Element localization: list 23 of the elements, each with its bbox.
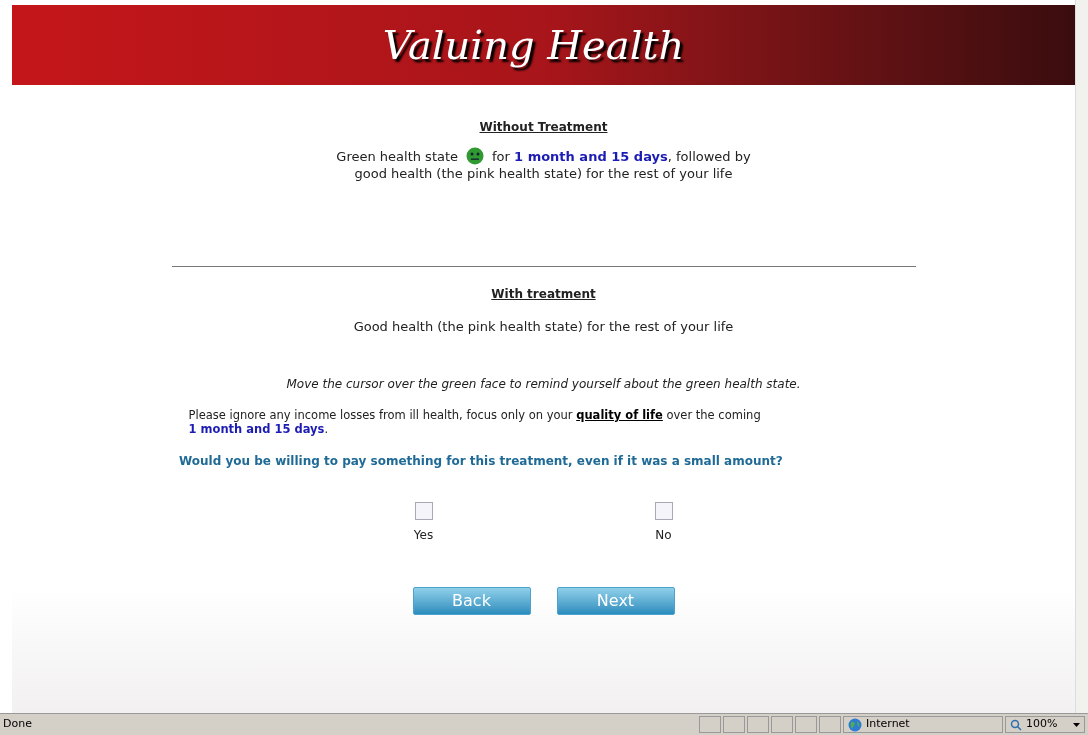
body-text: good health (the pink health state) for the rest of your life [354, 165, 733, 182]
zone-text: Internet [866, 716, 910, 733]
option-label: No [655, 527, 672, 544]
back-button[interactable]: Back [412, 587, 531, 615]
body-text: Green health state [336, 147, 459, 165]
option-label: Yes [413, 527, 434, 544]
hint-text: Move the cursor over the green face to remind yourself about the green health state. [286, 376, 801, 393]
instruction-text: Please ignore any income losses from ill health, focus only on your quality of life over the coming [188, 408, 762, 422]
question-text: Would you be willing to pay something for this treatment, even if it was a small amount? [179, 453, 783, 470]
zoom-icon[interactable] [1010, 718, 1022, 731]
checkbox[interactable] [654, 502, 673, 520]
banner-title: Valuing Health [382, 21, 686, 70]
smiley-face-icon[interactable] [466, 147, 485, 165]
body-text: Good health (the pink health state) for the rest of your life [352, 318, 735, 335]
next-button[interactable]: Next [556, 587, 675, 615]
globe-icon [848, 717, 862, 732]
section-heading: Without Treatment [479, 119, 608, 136]
body-text: for 1 month and 15 days, followed by [492, 147, 751, 165]
caret-icon[interactable] [1073, 722, 1080, 727]
status-text: Done [3, 716, 33, 733]
checkbox[interactable] [414, 502, 433, 520]
duration-text: 1 month and 15 days. [188, 422, 329, 436]
section-heading: With treatment [491, 286, 596, 303]
